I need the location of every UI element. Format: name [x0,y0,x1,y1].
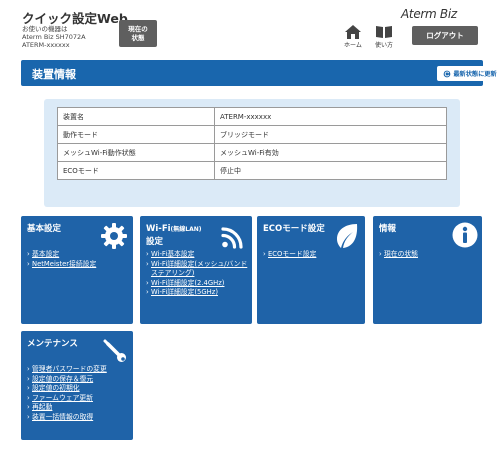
gear-icon [101,223,127,249]
card-basic-title: 基本設定 [27,224,62,234]
card-info: 情報 現在の状態 [373,216,482,324]
row-value: 停止中 [214,161,447,180]
home-icon [344,25,361,39]
link-factory-reset[interactable]: 設定値の初期化 [27,384,107,394]
device-info: お使いの機器は Aterm Biz SH7072A ATERM-xxxxxx [22,25,86,49]
card-eco-settings: ECOモード設定 ECOモード設定 [257,216,365,324]
card-maintenance-links: 管理者パスワードの変更 設定値の保存＆復元 設定値の初期化 ファームウェア更新 … [27,365,107,423]
table-row: 動作モード ブリッジモード [57,125,447,144]
device-info-panel: 装置名 ATERM-xxxxxx 動作モード ブリッジモード メッシュWi-Fi… [44,99,460,207]
card-eco-title: ECOモード設定 [263,224,325,234]
row-value: メッシュWi-Fi有効 [214,143,447,162]
row-label: 装置名 [57,107,215,126]
current-state-button[interactable]: 現在の 状態 [119,20,157,47]
row-label: メッシュWi-Fi動作状態 [57,143,215,162]
nav-home-label: ホーム [344,42,362,49]
link-current-state[interactable]: 現在の状態 [379,250,418,260]
table-row: メッシュWi-Fi動作状態 メッシュWi-Fi有効 [57,143,447,162]
link-wifi-basic[interactable]: Wi-Fi基本設定 [146,250,250,260]
device-info-table: 装置名 ATERM-xxxxxx 動作モード ブリッジモード メッシュWi-Fi… [57,107,447,180]
link-basic-settings[interactable]: 基本設定 [27,250,96,260]
refresh-button[interactable]: 最新状態に更新 [437,66,500,81]
device-name: ATERM-xxxxxx [22,41,70,49]
link-eco-settings[interactable]: ECOモード設定 [263,250,316,260]
link-wifi-5ghz[interactable]: Wi-Fi詳細設定(5GHz) [146,288,250,298]
card-wifi-links: Wi-Fi基本設定 Wi-Fi詳細設定(メッシュ/バンドステアリング) Wi-F… [146,250,250,298]
wifi-icon [221,227,243,249]
book-icon [376,26,392,38]
wrench-icon [103,339,126,362]
link-wifi-24ghz[interactable]: Wi-Fi詳細設定(2.4GHz) [146,279,250,289]
leaf-icon [337,224,358,248]
table-row: 装置名 ATERM-xxxxxx [57,107,447,126]
card-maintenance-title: メンテナンス [27,339,78,349]
page-titlebar: 装置情報 最新状態に更新 [21,60,500,86]
card-eco-links: ECOモード設定 [263,250,316,260]
refresh-button-label: 最新状態に更新 [453,71,497,78]
row-value: ブリッジモード [214,125,447,144]
link-reboot[interactable]: 再起動 [27,403,107,413]
link-wifi-mesh[interactable]: Wi-Fi詳細設定(メッシュ/バンドステアリング) [146,260,250,279]
page-title: 装置情報 [32,68,76,81]
row-value: ATERM-xxxxxx [214,107,447,126]
nav-howto-label: 使い方 [375,42,394,49]
link-firmware-update[interactable]: ファームウェア更新 [27,394,107,404]
card-maintenance: メンテナンス 管理者パスワードの変更 設定値の保存＆復元 設定値の初期化 ファー… [21,331,133,440]
card-basic-settings: 基本設定 基本設定 NetMeister接続設定 [21,216,133,324]
card-wifi-title-line2: 設定 [146,237,164,247]
info-icon [452,222,478,248]
link-netmeister[interactable]: NetMeister接続設定 [27,260,96,270]
device-caption: お使いの機器は [22,25,68,33]
table-row: ECOモード 停止中 [57,161,447,180]
brand-logo: Aterm Biz [401,7,457,21]
card-wifi-settings: Wi-Fi(無線LAN) 設定 Wi-Fi基本設定 Wi-Fi詳細設定(メッシュ… [140,216,252,324]
link-device-info-export[interactable]: 装置一括情報の取得 [27,413,107,423]
card-wifi-title-small: (無線LAN) [170,226,202,233]
card-wifi-title-main: Wi-Fi [146,224,171,234]
row-label: 動作モード [57,125,215,144]
nav-home[interactable]: ホーム [344,25,362,49]
card-info-title: 情報 [379,224,397,234]
refresh-icon [443,70,451,77]
nav-howto[interactable]: 使い方 [375,25,393,49]
card-basic-links: 基本設定 NetMeister接続設定 [27,250,96,269]
device-model: Aterm Biz SH7072A [22,33,86,41]
header: クイック設定Web お使いの機器は Aterm Biz SH7072A ATER… [0,0,500,55]
logout-button[interactable]: ログアウト [412,26,478,45]
card-info-links: 現在の状態 [379,250,418,260]
link-admin-password[interactable]: 管理者パスワードの変更 [27,365,107,375]
link-save-restore[interactable]: 設定値の保存＆復元 [27,375,107,385]
row-label: ECOモード [57,161,215,180]
card-wifi-title: Wi-Fi(無線LAN) 設定 [146,223,202,248]
